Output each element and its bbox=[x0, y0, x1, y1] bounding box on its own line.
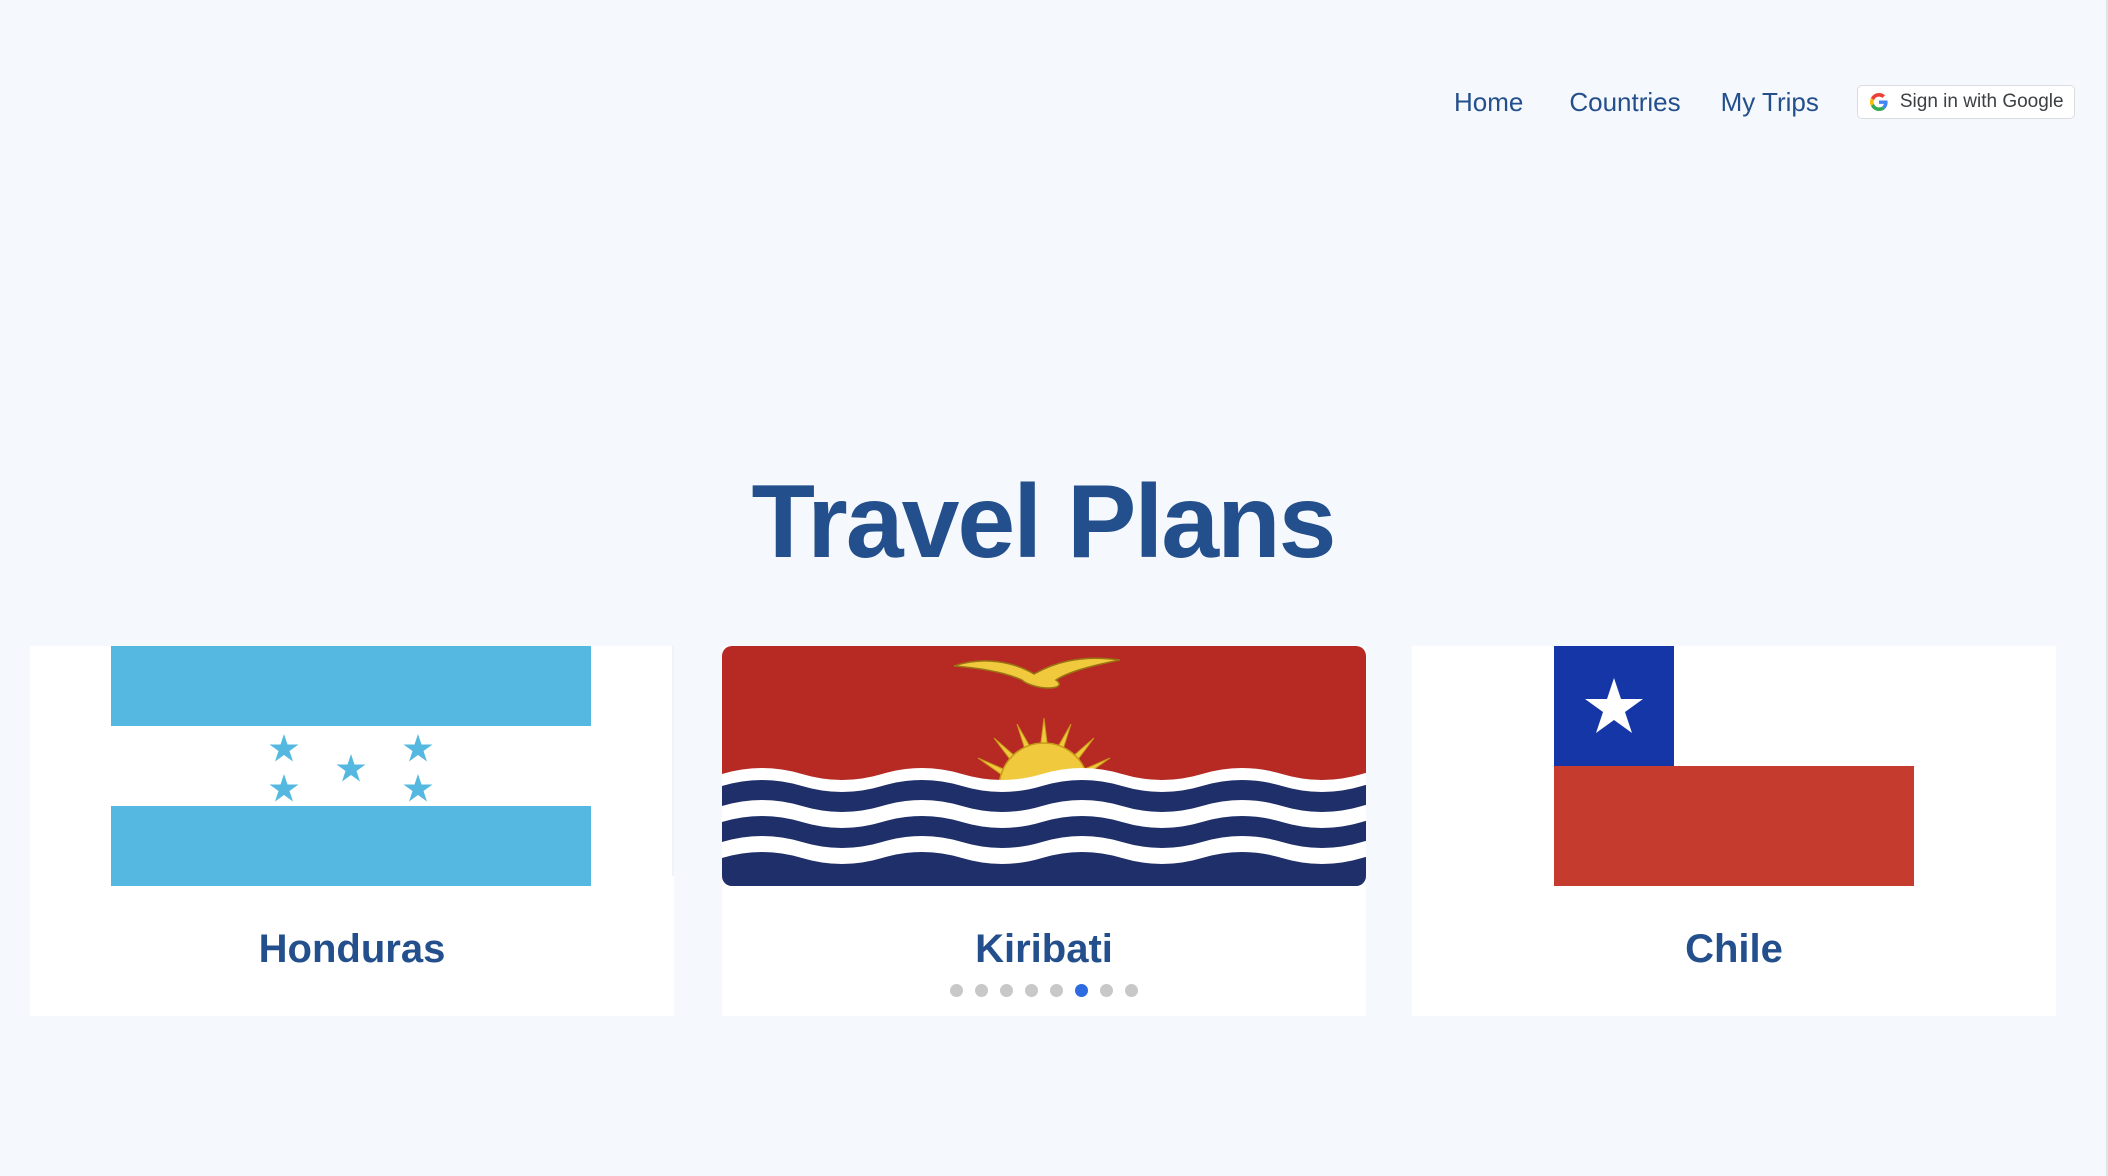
carousel-dot[interactable] bbox=[950, 984, 963, 997]
google-signin-label: Sign in with Google bbox=[1899, 91, 2064, 112]
card-country-name: Honduras bbox=[258, 927, 446, 971]
page-title: Travel Plans bbox=[751, 464, 1336, 580]
card-divider bbox=[672, 646, 674, 876]
country-card-honduras[interactable]: Honduras bbox=[30, 646, 674, 1016]
chile-flag bbox=[1554, 646, 1914, 886]
nav-home-link[interactable]: Home bbox=[1454, 80, 1523, 124]
carousel-pagination bbox=[722, 984, 1366, 997]
carousel-dot[interactable] bbox=[1125, 984, 1138, 997]
nav-my-trips-link[interactable]: My Trips bbox=[1721, 80, 1819, 124]
carousel-dot[interactable] bbox=[1100, 984, 1113, 997]
country-carousel[interactable]: Honduras Kiribati Chile bbox=[30, 646, 2056, 1016]
next-card-peek bbox=[2052, 646, 2055, 1016]
country-card-chile[interactable]: Chile bbox=[1412, 646, 2056, 1016]
card-country-name: Chile bbox=[1685, 927, 1783, 971]
google-g-icon bbox=[1869, 93, 1888, 111]
card-country-name: Kiribati bbox=[975, 927, 1113, 971]
google-signin-button[interactable]: Sign in with Google bbox=[1856, 85, 2075, 119]
nav-countries-link[interactable]: Countries bbox=[1569, 80, 1680, 124]
top-navigation: Home Countries My Trips Sign in with Goo… bbox=[1440, 80, 2075, 124]
carousel-dot[interactable] bbox=[975, 984, 988, 997]
carousel-dot[interactable] bbox=[1000, 984, 1013, 997]
kiribati-flag bbox=[722, 646, 1366, 886]
carousel-dot-active[interactable] bbox=[1075, 984, 1088, 997]
carousel-dot[interactable] bbox=[1050, 984, 1063, 997]
country-card-kiribati[interactable]: Kiribati bbox=[722, 646, 1366, 1016]
carousel-dot[interactable] bbox=[1025, 984, 1038, 997]
honduras-flag bbox=[111, 646, 591, 886]
